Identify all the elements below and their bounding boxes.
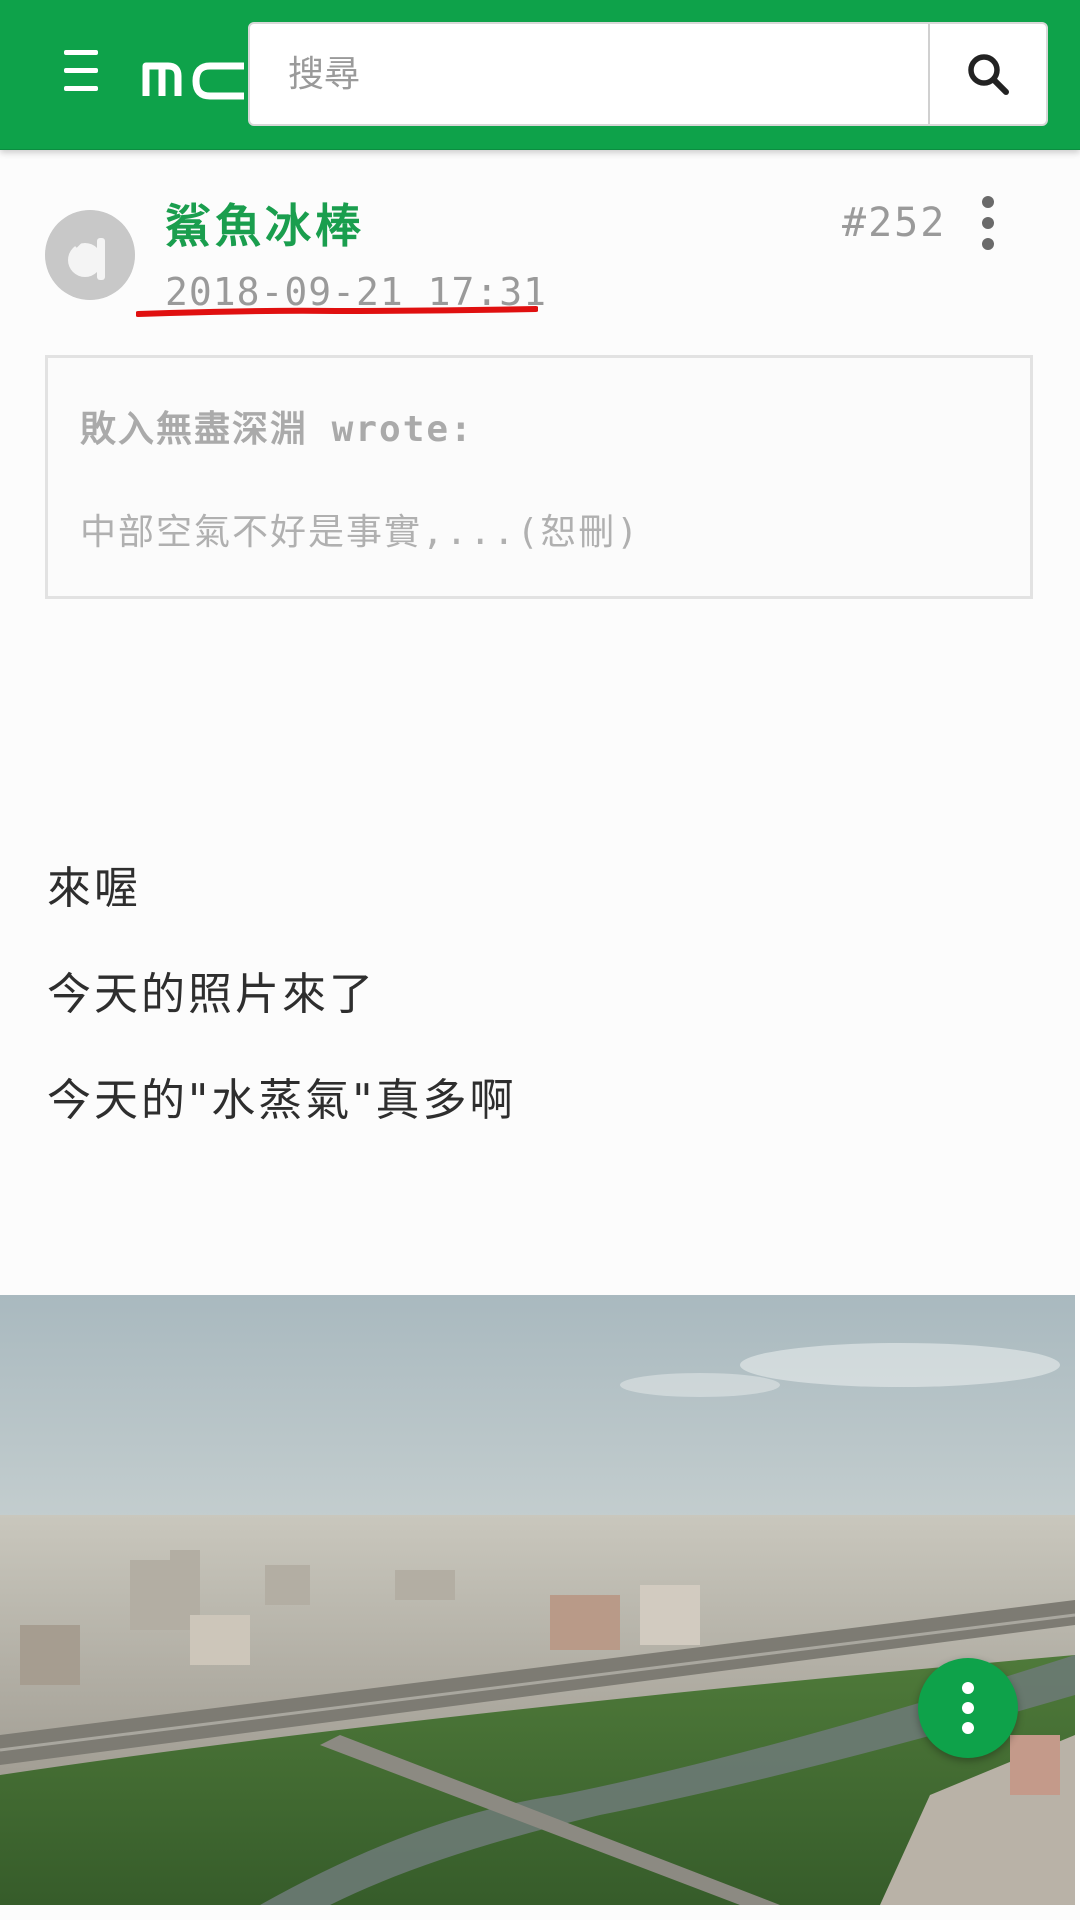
post-number[interactable]: #252 (842, 200, 946, 246)
post-body-line: 今天的"水蒸氣"真多啊 (47, 1075, 517, 1126)
avatar[interactable] (45, 210, 135, 300)
post-image[interactable] (0, 1295, 1075, 1905)
post-menu-button[interactable] (970, 194, 1006, 252)
search-icon (968, 54, 1009, 95)
vertical-dots-icon (962, 1682, 974, 1734)
red-underline-annotation (136, 306, 538, 317)
search-bar (248, 22, 1048, 126)
vertical-dots-icon (982, 196, 994, 250)
search-button[interactable] (928, 24, 1046, 124)
floating-action-button[interactable] (918, 1658, 1018, 1758)
post-body-line: 今天的照片來了 (47, 969, 376, 1020)
hamburger-icon[interactable] (60, 50, 104, 96)
site-logo[interactable] (140, 48, 250, 104)
post-author[interactable]: 鯊魚冰棒 (165, 190, 365, 256)
post-header: 鯊魚冰棒 2018-09-21 17:31 #252 (0, 150, 1080, 350)
post-body-line: 來喔 (47, 863, 141, 914)
quote-text: 中部空氣不好是事實,...(恕刪) (80, 512, 641, 553)
search-input[interactable] (250, 24, 928, 124)
quote-block: 敗入無盡深淵 wrote: 中部空氣不好是事實,...(恕刪) (45, 355, 1033, 599)
quote-author: 敗入無盡深淵 wrote: (80, 409, 474, 450)
top-app-bar (0, 0, 1080, 150)
